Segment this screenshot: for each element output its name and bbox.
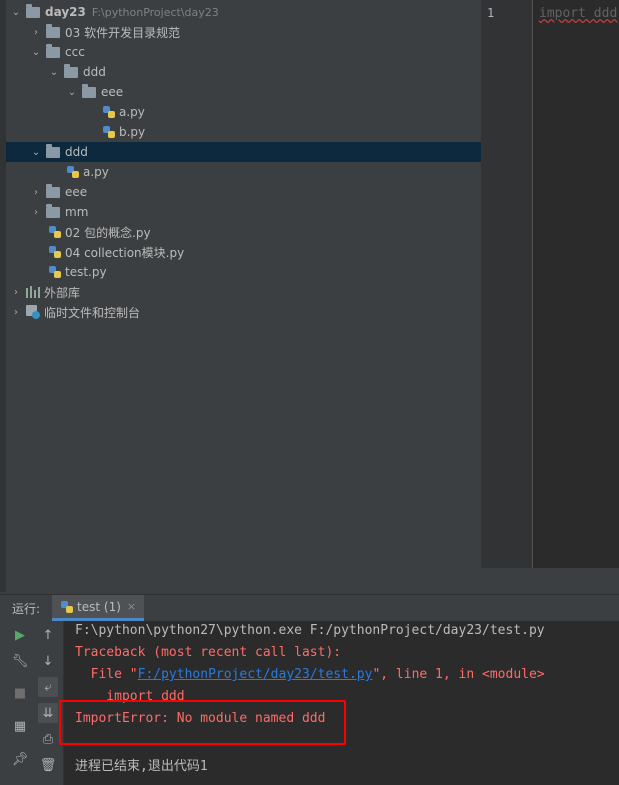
console-command-line: F:\python\python27\python.exe F:/pythonP… [75,623,545,638]
tree-item-folder-ccc[interactable]: ⌄ ccc [6,42,481,62]
tree-item-file-a-py[interactable]: a.py [6,102,481,122]
console-file-prefix: File " [75,667,138,682]
tree-item-label: test.py [65,265,107,279]
stop-icon[interactable]: ■ [10,683,30,703]
python-file-icon [102,125,116,139]
arrow-down-icon[interactable]: ↓ [38,651,58,671]
chevron-down-icon[interactable]: ⌄ [30,46,42,58]
chevron-right-icon[interactable]: › [30,206,42,218]
chevron-right-icon[interactable]: › [10,306,22,318]
run-label: 运行: [12,601,41,616]
tree-item-folder-ddd[interactable]: ⌄ ddd [6,142,481,162]
library-icon [26,286,40,298]
console-traceback-header: Traceback (most recent call last): [75,645,342,660]
folder-icon [64,63,78,78]
folder-icon [82,83,96,98]
close-icon[interactable]: × [127,600,136,613]
tree-item-label: mm [65,205,89,219]
console-exit-message: 进程已结束,退出代码1 [75,759,208,774]
tree-item-label: eee [65,185,88,199]
tree-item-label: a.py [83,165,109,179]
pin-icon[interactable]: 📌︎ [10,749,30,769]
tree-item-folder-ccc-ddd-eee[interactable]: ⌄ eee [6,82,481,102]
folder-icon [26,3,40,18]
error-highlight-box [59,700,346,745]
tree-item-folder-ccc-ddd[interactable]: ⌄ ddd [6,62,481,82]
line-number: 1 [487,6,495,20]
tree-item-file-ddd-a-py[interactable]: a.py [6,162,481,182]
tree-item-label: ddd [65,145,88,159]
tree-root-path: F:\pythonProject\day23 [91,5,219,19]
run-tool-column-left: ▶ 🔧︎ ■ ▦ 📌︎ [6,621,33,785]
console-file-line: File "F:/pythonProject/day23/test.py", l… [75,667,545,682]
layout-icon[interactable]: ▦ [10,716,30,736]
folder-icon [46,143,60,158]
tree-item-label: 02 包的概念.py [65,225,151,240]
tree-item-label: a.py [119,105,145,119]
run-tab-label: test (1) [77,599,121,614]
tree-item-label: ddd [83,65,106,79]
tree-item-label: ccc [65,45,85,59]
line-gutter: 1 [481,0,533,568]
tree-item-folder-03[interactable]: › 03 软件开发目录规范 [6,22,481,42]
python-file-icon [48,225,62,239]
code-text: import ddd [539,6,618,21]
project-panel: ⌄ day23 F:\pythonProject\day23 › 03 软件开发… [0,0,481,592]
scroll-to-end-icon[interactable]: ⇊ [38,703,58,723]
run-tab-test[interactable]: test (1) × [52,595,145,621]
tree-item-folder-eee[interactable]: › eee [6,182,481,202]
code-line[interactable]: import ddd [539,6,617,21]
chevron-down-icon[interactable]: ⌄ [30,146,42,158]
tree-item-folder-mm[interactable]: › mm [6,202,481,222]
tree-item-label: 03 软件开发目录规范 [65,25,181,40]
chevron-right-icon[interactable]: › [10,286,22,298]
tree-item-external-libraries[interactable]: › 外部库 [6,282,481,302]
python-file-icon [66,165,80,179]
tree-root-day23[interactable]: ⌄ day23 F:\pythonProject\day23 [6,2,481,22]
tree-item-label: eee [101,85,124,99]
python-file-icon [48,265,62,279]
print-icon[interactable]: ⎙ [38,729,58,749]
tree-item-scratches[interactable]: › 临时文件和控制台 [6,302,481,322]
arrow-up-icon[interactable]: ↑ [38,625,58,645]
chevron-down-icon[interactable]: ⌄ [48,66,60,78]
folder-icon [46,203,60,218]
trash-icon[interactable]: 🗑︎ [38,755,58,775]
chevron-right-icon[interactable]: › [30,186,42,198]
tree-root-label: day23 [45,5,86,19]
tree-item-file-02[interactable]: 02 包的概念.py [6,222,481,242]
tree-item-label: b.py [119,125,146,139]
tree-item-label: 外部库 [44,285,81,300]
chevron-right-icon[interactable]: › [30,26,42,38]
tree-item-label: 04 collection模块.py [65,245,185,260]
run-toolbar: 运行: test (1) × [0,594,619,621]
tree-item-file-b-py[interactable]: b.py [6,122,481,142]
code-editor[interactable]: 1 import ddd [481,0,619,568]
scratches-icon [26,305,40,319]
folder-icon [46,183,60,198]
editor-bottom-bar [481,568,619,592]
python-file-icon [102,105,116,119]
console-file-suffix: ", line 1, in <module> [372,667,545,682]
tree-item-file-04[interactable]: 04 collection模块.py [6,242,481,262]
chevron-down-icon[interactable]: ⌄ [10,6,22,18]
python-file-icon [48,245,62,259]
tree-item-file-test-py[interactable]: test.py [6,262,481,282]
folder-icon [46,23,60,38]
soft-wrap-icon[interactable]: ⤶ [38,677,58,697]
chevron-down-icon[interactable]: ⌄ [66,86,78,98]
run-icon[interactable]: ▶ [10,625,30,645]
console-file-link[interactable]: F:/pythonProject/day23/test.py [138,667,373,682]
tree-item-label: 临时文件和控制台 [44,305,141,320]
python-file-icon [60,600,74,614]
wrench-icon[interactable]: 🔧︎ [10,651,30,671]
folder-icon [46,43,60,58]
